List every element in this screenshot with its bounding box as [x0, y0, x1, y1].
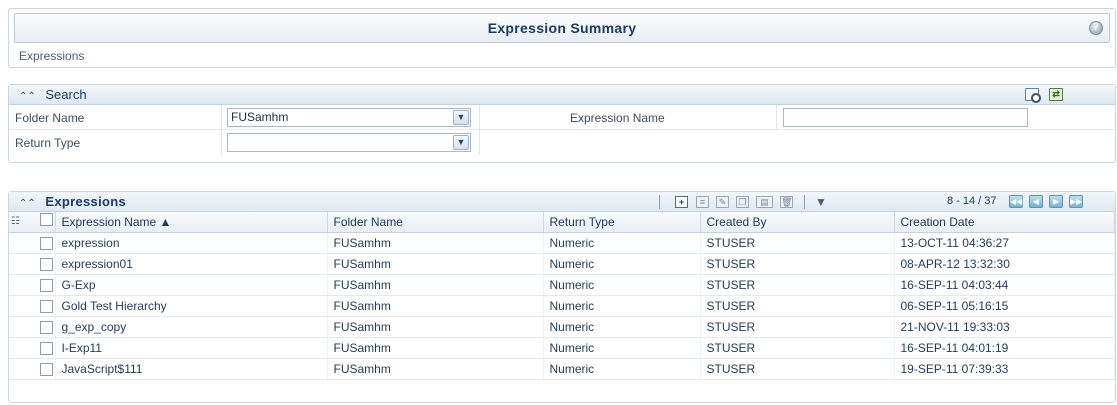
collapse-expressions-icon[interactable]: ⌃⌃ [19, 198, 36, 209]
cell-return-type: Numeric [543, 232, 701, 254]
cell-expression-name: expression01 [55, 253, 328, 275]
table-row[interactable]: expression FUSamhm Numeric STUSER 13-OCT… [9, 232, 1115, 254]
return-type-label: Return Type [15, 136, 81, 150]
cell-creation-date: 21-NOV-11 19:33:03 [894, 316, 1115, 338]
copy-icon[interactable]: ❐ [736, 196, 749, 208]
row-checkbox[interactable] [39, 363, 53, 377]
cell-created-by: STUSER [700, 232, 895, 254]
column-header-return-type[interactable]: Return Type [543, 212, 701, 233]
cell-folder-name: FUSamhm [327, 295, 544, 317]
cell-folder-name: FUSamhm [327, 337, 544, 359]
expression-name-input[interactable] [783, 108, 1028, 127]
pager-text: 8 - 14 / 37 [947, 195, 997, 207]
expression-name-label: Expression Name [570, 111, 665, 125]
page-title: Expression Summary [487, 20, 637, 36]
table-row[interactable]: G-Exp FUSamhm Numeric STUSER 16-SEP-11 0… [9, 274, 1115, 296]
next-page-icon[interactable]: ▶ [1049, 195, 1063, 208]
cell-return-type: Numeric [543, 337, 701, 359]
table-header-row: ☷ Expression Name ▲ Folder Name Return T… [9, 212, 1115, 233]
cell-creation-date: 16-SEP-11 04:01:19 [894, 337, 1115, 359]
cell-folder-name: FUSamhm [327, 316, 544, 338]
select-all-checkbox[interactable] [39, 213, 53, 227]
help-icon[interactable]: ? [1089, 21, 1103, 35]
cell-return-type: Numeric [543, 274, 701, 296]
reset-icon[interactable]: ⇄ [1049, 88, 1063, 101]
cell-creation-date: 13-OCT-11 04:36:27 [894, 232, 1115, 254]
cell-created-by: STUSER [700, 274, 895, 296]
cell-expression-name: expression [55, 232, 328, 254]
folder-name-label: Folder Name [15, 111, 85, 125]
first-page-icon[interactable]: ◀◀ [1009, 195, 1023, 208]
table-row[interactable]: Gold Test Hierarchy FUSamhm Numeric STUS… [9, 295, 1115, 317]
cell-return-type: Numeric [543, 358, 701, 380]
column-header-folder-name[interactable]: Folder Name [327, 212, 544, 233]
cell-creation-date: 06-SEP-11 05:16:15 [894, 295, 1115, 317]
column-header-expression-name[interactable]: Expression Name ▲ [55, 212, 328, 233]
cell-created-by: STUSER [700, 253, 895, 275]
search-title: Search [45, 87, 87, 102]
expressions-header: ⌃⌃ Expressions + ≡ ✎ ❐ ▤ 🗑 ▼ 8 - 14 / 37… [9, 192, 1115, 212]
cell-creation-date: 08-APR-12 13:32:30 [894, 253, 1115, 275]
expressions-title: Expressions [45, 194, 127, 209]
cell-folder-name: FUSamhm [327, 232, 544, 254]
search-row-folder: Folder Name FUSamhm ▼ Expression Name [9, 105, 1115, 130]
cell-expression-name: G-Exp [55, 274, 328, 296]
row-checkbox[interactable] [39, 258, 53, 272]
row-checkbox[interactable] [39, 300, 53, 314]
cell-return-type: Numeric [543, 316, 701, 338]
chevron-down-icon[interactable]: ▼ [453, 135, 469, 150]
search-panel: ⌃⌃ Search ⇄ Folder Name FUSamhm ▼ Expres… [8, 84, 1116, 163]
collapse-search-icon[interactable]: ⌃⌃ [19, 91, 36, 102]
table-row[interactable]: I-Exp11 FUSamhm Numeric STUSER 16-SEP-11… [9, 337, 1115, 359]
last-page-icon[interactable]: ▶▶ [1069, 195, 1083, 208]
chevron-down-icon[interactable]: ▼ [453, 110, 469, 125]
breadcrumb: Expressions [19, 49, 85, 63]
previous-page-icon[interactable]: ◀ [1029, 195, 1043, 208]
select-all-column: ☷ [9, 212, 56, 233]
row-checkbox[interactable] [39, 237, 53, 251]
hierarchy-icon[interactable]: ☷ [11, 212, 20, 232]
cell-created-by: STUSER [700, 337, 895, 359]
folder-name-value: FUSamhm [231, 110, 289, 124]
cell-folder-name: FUSamhm [327, 274, 544, 296]
cell-creation-date: 16-SEP-11 04:03:44 [894, 274, 1115, 296]
folder-name-select[interactable]: FUSamhm ▼ [227, 108, 471, 127]
title-panel: Expression Summary ? Expressions [8, 8, 1116, 68]
table-row[interactable]: JavaScript$111 FUSamhm Numeric STUSER 19… [9, 358, 1115, 380]
row-checkbox[interactable] [39, 342, 53, 356]
cell-created-by: STUSER [700, 358, 895, 380]
column-header-creation-date[interactable]: Creation Date [894, 212, 1115, 233]
cell-creation-date: 19-SEP-11 07:39:33 [894, 358, 1115, 380]
cell-return-type: Numeric [543, 253, 701, 275]
cell-expression-name: g_exp_copy [55, 316, 328, 338]
table-row[interactable]: expression01 FUSamhm Numeric STUSER 08-A… [9, 253, 1115, 275]
cell-return-type: Numeric [543, 295, 701, 317]
cell-expression-name: JavaScript$111 [55, 358, 328, 380]
expressions-table: ☷ Expression Name ▲ Folder Name Return T… [9, 212, 1115, 380]
cell-created-by: STUSER [700, 295, 895, 317]
cell-folder-name: FUSamhm [327, 358, 544, 380]
column-header-created-by[interactable]: Created By [700, 212, 895, 233]
title-bar: Expression Summary ? [14, 13, 1110, 43]
row-checkbox[interactable] [39, 279, 53, 293]
delete-icon[interactable]: 🗑 [780, 196, 793, 208]
cell-folder-name: FUSamhm [327, 253, 544, 275]
cell-expression-name: I-Exp11 [55, 337, 328, 359]
properties-icon[interactable]: ▤ [756, 196, 773, 208]
search-header: ⌃⌃ Search ⇄ [9, 85, 1115, 105]
view-icon[interactable]: ≡ [696, 196, 709, 208]
filter-icon[interactable]: ▼ [815, 193, 827, 212]
search-icon[interactable] [1025, 88, 1041, 103]
search-row-return-type: Return Type ▼ [9, 130, 1115, 155]
cell-created-by: STUSER [700, 316, 895, 338]
return-type-select[interactable]: ▼ [227, 133, 471, 152]
add-icon[interactable]: + [675, 196, 688, 208]
expressions-panel: ⌃⌃ Expressions + ≡ ✎ ❐ ▤ 🗑 ▼ 8 - 14 / 37… [8, 191, 1116, 403]
cell-expression-name: Gold Test Hierarchy [55, 295, 328, 317]
edit-icon[interactable]: ✎ [716, 196, 729, 208]
table-row[interactable]: g_exp_copy FUSamhm Numeric STUSER 21-NOV… [9, 316, 1115, 338]
row-checkbox[interactable] [39, 321, 53, 335]
